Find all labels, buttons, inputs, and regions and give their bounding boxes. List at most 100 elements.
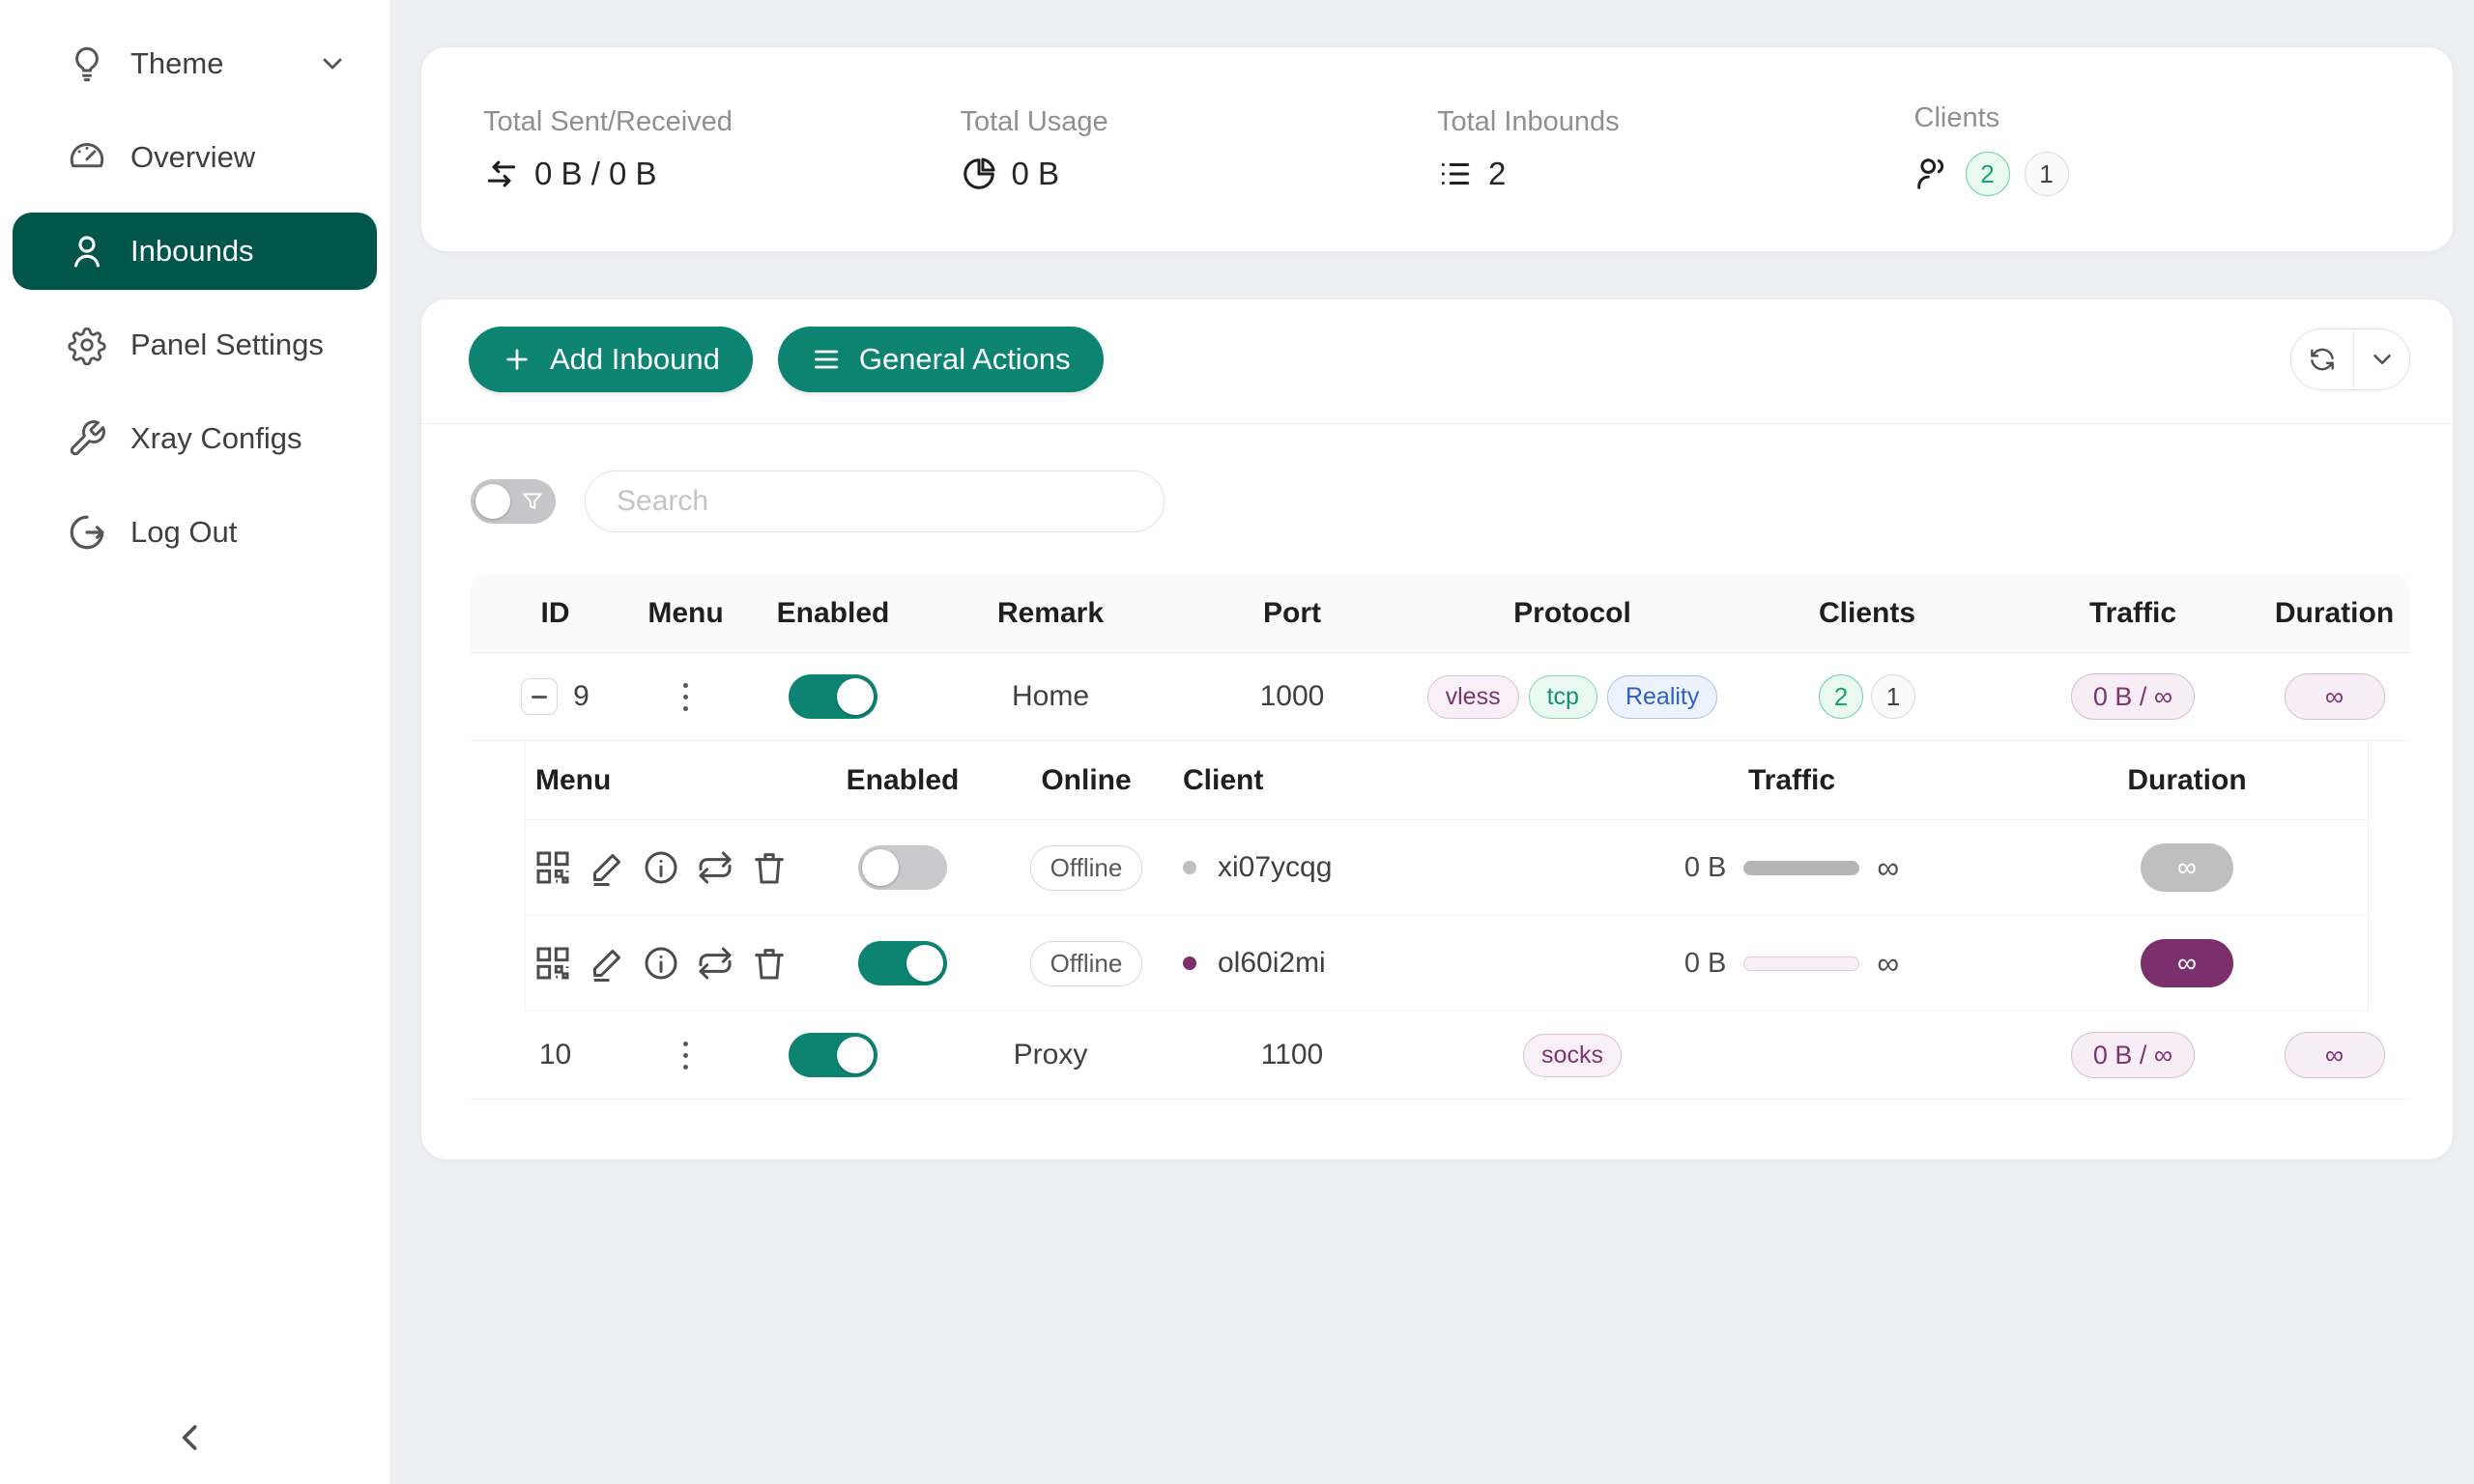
- minus-icon: [532, 696, 547, 699]
- search-input[interactable]: [585, 471, 1165, 532]
- add-inbound-label: Add Inbound: [550, 342, 720, 377]
- sidebar-item-theme[interactable]: Theme: [13, 25, 377, 102]
- sidebar-item-label: Overview: [130, 140, 255, 175]
- traffic-pill: 0 B / ∞: [2071, 1032, 2195, 1078]
- inbound-remark: Home: [935, 680, 1166, 713]
- swap-arrows-icon: [483, 156, 520, 192]
- stat-total-sent-received: Total Sent/Received 0 B / 0 B: [483, 106, 961, 192]
- collapse-row-button[interactable]: [521, 678, 558, 715]
- inbound-id: 10: [539, 1039, 571, 1071]
- online-status-badge: Offline: [1030, 941, 1143, 986]
- chevron-down-icon: [317, 48, 348, 79]
- refresh-options-button[interactable]: [2353, 329, 2409, 389]
- main-content: Total Sent/Received 0 B / 0 B Total Usag…: [389, 0, 2474, 1484]
- stat-label: Total Usage: [961, 106, 1438, 138]
- stat-total-inbounds: Total Inbounds 2: [1437, 106, 1914, 192]
- trash-icon[interactable]: [750, 848, 789, 887]
- general-actions-button[interactable]: General Actions: [778, 327, 1104, 392]
- client-enabled-toggle[interactable]: [858, 845, 947, 890]
- protocol-tag: vless: [1427, 675, 1519, 719]
- trash-icon[interactable]: [750, 944, 789, 983]
- inbound-id: 9: [573, 680, 590, 713]
- clients-total-badge: 1: [2025, 152, 2069, 196]
- inbound-row: 10 Proxy 1100 socks 0 B / ∞ ∞: [471, 1012, 2410, 1099]
- lightbulb-icon: [67, 43, 107, 84]
- list-icon: [1437, 156, 1474, 192]
- duration-pill[interactable]: ∞: [2285, 1032, 2385, 1078]
- toggle-knob: [906, 945, 943, 982]
- col-traffic: Traffic: [1579, 764, 2004, 797]
- sidebar-item-log-out[interactable]: Log Out: [13, 494, 377, 571]
- traffic-limit: ∞: [1877, 946, 1899, 982]
- toolbar: Add Inbound General Actions: [421, 300, 2453, 424]
- inbound-row: 9 Home 1000 vless tcp Reality 2 1 0 B / …: [471, 653, 2410, 741]
- add-inbound-button[interactable]: Add Inbound: [469, 327, 753, 392]
- protocol-tag: Reality: [1607, 675, 1717, 719]
- online-status-badge: Offline: [1030, 845, 1143, 891]
- subtable-header-row: Menu Enabled Online Client Traffic Durat…: [526, 741, 2368, 820]
- logout-icon: [67, 512, 107, 553]
- duration-pill[interactable]: ∞: [2285, 673, 2385, 720]
- edit-icon[interactable]: [588, 848, 626, 887]
- traffic-pill: 0 B / ∞: [2071, 673, 2195, 720]
- sidebar-item-overview[interactable]: Overview: [13, 119, 377, 196]
- info-icon[interactable]: [642, 848, 680, 887]
- qr-code-icon[interactable]: [533, 848, 572, 887]
- expanded-clients-table: Menu Enabled Online Client Traffic Durat…: [525, 741, 2369, 1012]
- stat-value: 0 B / 0 B: [534, 156, 657, 192]
- sidebar-item-label: Panel Settings: [130, 328, 324, 362]
- inbounds-table: ID Menu Enabled Remark Port Protocol Cli…: [471, 574, 2410, 1099]
- repeat-icon[interactable]: [696, 944, 734, 983]
- inbounds-card: Add Inbound General Actions: [421, 300, 2453, 1159]
- inbound-remark: Proxy: [935, 1039, 1166, 1071]
- stats-card: Total Sent/Received 0 B / 0 B Total Usag…: [421, 47, 2453, 251]
- traffic-progress-bar: [1743, 861, 1859, 875]
- sidebar-item-xray-configs[interactable]: Xray Configs: [13, 400, 377, 477]
- sidebar-item-panel-settings[interactable]: Panel Settings: [13, 306, 377, 384]
- sidebar-item-inbounds[interactable]: Inbounds: [13, 213, 377, 290]
- client-duration-pill[interactable]: ∞: [2141, 843, 2233, 892]
- protocol-tag: socks: [1523, 1034, 1622, 1077]
- stat-total-usage: Total Usage 0 B: [961, 106, 1438, 192]
- client-duration-pill[interactable]: ∞: [2141, 939, 2233, 987]
- client-row: Offline xi07ycqg 0 B ∞ ∞: [526, 820, 2368, 916]
- sidebar-item-label: Xray Configs: [130, 421, 302, 456]
- inbound-enabled-toggle[interactable]: [789, 1033, 877, 1077]
- toggle-knob: [837, 1037, 874, 1073]
- row-menu-button[interactable]: [676, 675, 696, 719]
- chevron-down-icon: [2368, 345, 2397, 374]
- col-client: Client: [1173, 764, 1579, 797]
- refresh-icon: [2308, 345, 2337, 374]
- col-menu: Menu: [640, 597, 732, 630]
- stat-clients: Clients 2 1: [1914, 102, 2392, 196]
- refresh-button[interactable]: [2291, 329, 2353, 389]
- repeat-icon[interactable]: [696, 848, 734, 887]
- clients-total-badge: 1: [1871, 674, 1915, 719]
- plus-icon: [502, 344, 532, 375]
- collapse-sidebar-button[interactable]: [162, 1409, 220, 1467]
- stat-label: Total Inbounds: [1437, 106, 1914, 138]
- general-actions-label: General Actions: [859, 342, 1071, 377]
- client-name: ol60i2mi: [1218, 947, 1326, 980]
- filter-toggle[interactable]: [471, 479, 556, 524]
- clients-online-badge: 2: [1819, 674, 1863, 719]
- col-port: Port: [1166, 597, 1418, 630]
- client-status-dot: [1183, 956, 1196, 970]
- stat-value: 0 B: [1012, 156, 1060, 192]
- info-icon[interactable]: [642, 944, 680, 983]
- row-menu-button[interactable]: [676, 1034, 696, 1077]
- client-traffic-value: 0 B: [1684, 948, 1727, 980]
- col-enabled: Enabled: [806, 764, 999, 797]
- client-name: xi07ycqg: [1218, 851, 1332, 884]
- qr-code-icon[interactable]: [533, 944, 572, 983]
- edit-icon[interactable]: [588, 944, 626, 983]
- person-icon: [67, 231, 107, 271]
- client-status-dot: [1183, 861, 1196, 874]
- client-row: Offline ol60i2mi 0 B ∞ ∞: [526, 916, 2368, 1012]
- client-enabled-toggle[interactable]: [858, 941, 947, 985]
- inbound-enabled-toggle[interactable]: [789, 674, 877, 719]
- client-traffic-value: 0 B: [1684, 852, 1727, 884]
- clients-online-badge: 2: [1966, 152, 2010, 196]
- users-icon: [1914, 156, 1951, 192]
- col-remark: Remark: [935, 597, 1166, 630]
